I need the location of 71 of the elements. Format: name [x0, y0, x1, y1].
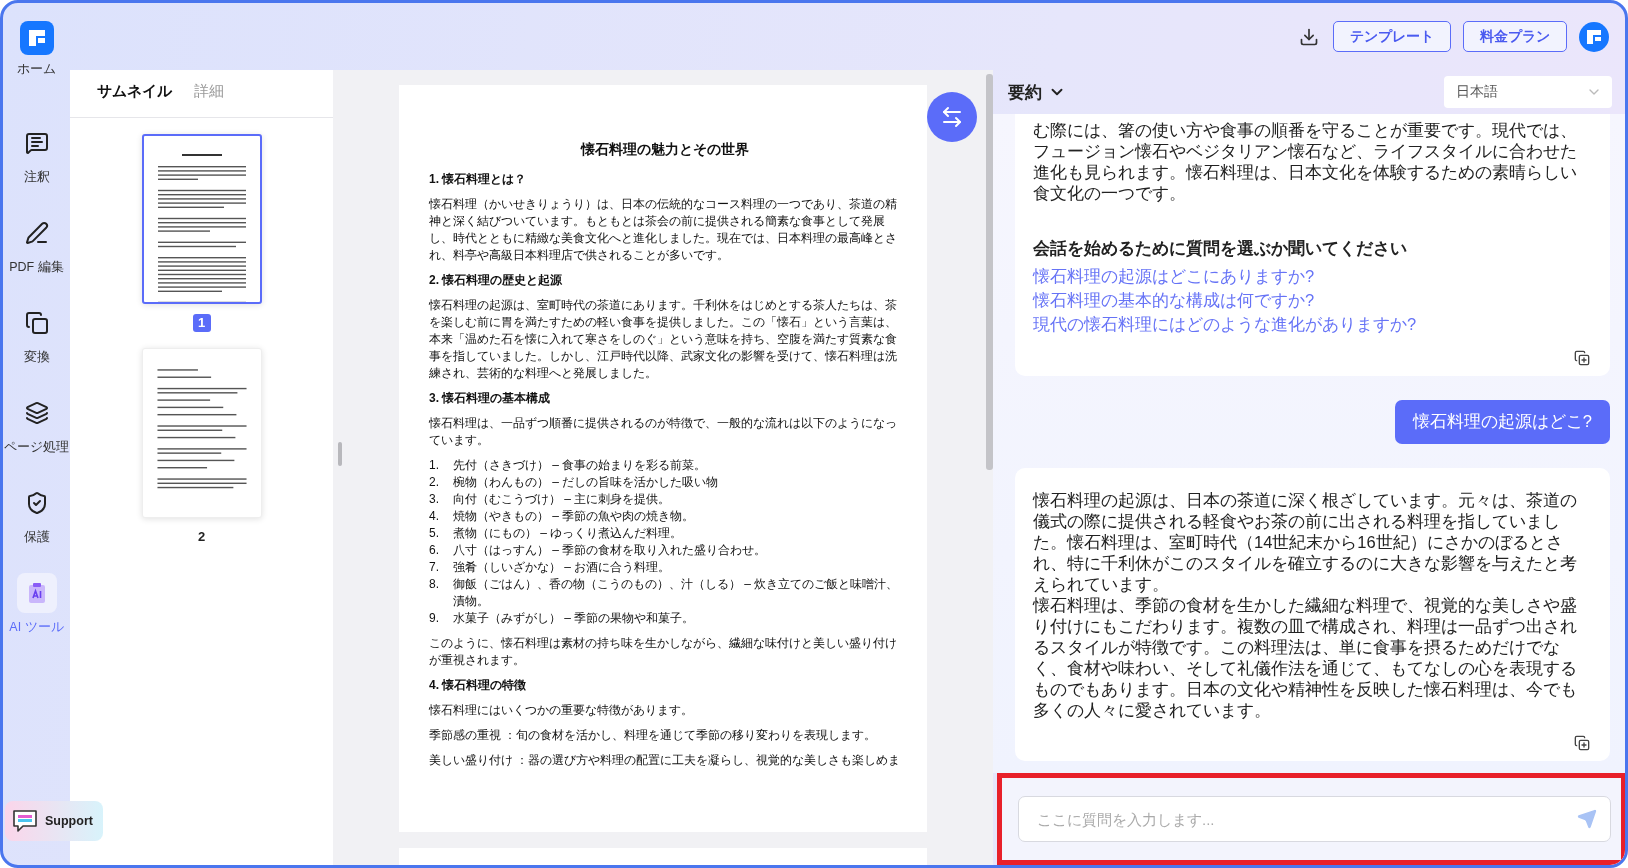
page-number: 2: [196, 528, 207, 546]
sidebar-nav-item[interactable]: 変換: [3, 291, 70, 381]
prompt-heading: 会話を始めるために質問を選ぶか聞いてください: [1033, 238, 1408, 259]
list-number: 3.: [429, 491, 440, 508]
list-number: 8.: [429, 576, 440, 593]
list-number: 1.: [429, 457, 440, 474]
question-input[interactable]: ここに質問を入力します...: [1018, 796, 1611, 842]
copy-icon: [1574, 350, 1590, 366]
chat-icon: [11, 808, 39, 834]
support-button[interactable]: Support: [5, 801, 103, 841]
list-number: 4.: [429, 508, 440, 525]
document-paragraph: 懐石料理にはいくつかの重要な特徴があります。: [429, 702, 694, 719]
sidebar-nav-item[interactable]: 保護: [3, 471, 70, 561]
document-paragraph: このように、懐石料理は素材の持ち味を生かしながら、繊細な味付けと美しい盛り付けが重視されます。: [429, 635, 898, 669]
app-logo-icon: [19, 21, 54, 55]
list-item-text: 八寸（はっすん） – 季節の食材を取り入れた盛り合わせ。: [453, 542, 767, 559]
sidebar-nav-item[interactable]: PDF 編集: [3, 201, 70, 291]
list-number: 7.: [429, 559, 440, 576]
list-number: 5.: [429, 525, 440, 542]
header-button[interactable]: テンプレート: [1333, 21, 1451, 52]
panel-tab[interactable]: サムネイル: [97, 82, 172, 117]
suggested-question-link[interactable]: 現代の懐石料理にはどのような進化がありますか?: [1033, 312, 1590, 336]
answer-text: む際には、箸の使い方や食事の順番を守ることが重要です。現代では、フュージョン懐石やベジタリアン懐石など、ライフスタイルに合わせた進化も見られます。懐石料理は、日本文化を体験するための素晴らしい食文化の一つです。: [1033, 120, 1578, 204]
document-heading: 4. 懐石料理の特徴: [429, 677, 528, 694]
document-paragraph: 懐石料理の起源は、室町時代の茶道にあります。千利休をはじめとする茶人たちは、茶を楽しむ前に胃を満たすための軽い食事を提供しました。この「懐石」という言葉は、本来「温めた石を懐に入れて寒さをしのぐ」という意味を持ち、空腹を満たす質素な食事を指していました。しかし、江戸時代以降、武家文化の影響を受けて、懐石料理は洗練され、芸術的な料理へと発展しました。: [429, 297, 898, 382]
sidebar-nav-item[interactable]: AI ツール: [3, 561, 70, 651]
comment-icon: [24, 131, 49, 155]
sidebar-nav-item[interactable]: ページ処理: [3, 381, 70, 471]
list-item-text: 御飯（ごはん）、香の物（こうのもの）、汁（しる） – 炊き立てのご飯と味噌汁、漬物。: [453, 576, 900, 610]
list-item-text: 煮物（にもの） – ゆっくり煮込んだ料理。: [453, 525, 683, 542]
list-item-text: 椀物（わんもの） – だしの旨味を活かした吸い物: [453, 474, 719, 491]
list-item-text: 強肴（しいざかな） – お酒に合う料理。: [453, 559, 671, 576]
page-thumbnail[interactable]: [141, 134, 262, 304]
list-number: 6.: [429, 542, 440, 559]
document-heading: 1. 懐石料理とは？: [429, 171, 528, 188]
document-paragraph: 懐石料理（かいせきりょうり）は、日本の伝統的なコース料理の一つであり、茶道の精神と深く結びついています。もともとは茶会の前に提供される簡素な食事として発展し、時代とともに精緻な美食文化へと進化しました。現在では、日本料理の最高峰とされ、料亭や高級日本料理店で供されることが多いです。: [429, 196, 898, 264]
layers-icon: [24, 401, 49, 425]
page-number: 1: [192, 314, 211, 332]
answer-text: 懐石料理の起源は、日本の茶道に深く根ざしています。元々は、茶道の儀式の際に提供される軽食やお茶の前に出される料理を指していました。懐石料理は、室町時代（14世紀末から16世紀）にさかのぼるとされ、特に千利休がこのスタイルを確立するのに大きな影響を与えたと考えられています。: [1033, 490, 1578, 595]
document-paragraph: 美しい盛り付け ：器の選び方や料理の配置に工夫を凝らし、視覚的な美しさも楽しめま: [429, 752, 901, 769]
swap-button[interactable]: [927, 92, 977, 142]
list-item-text: 水菓子（みずがし） – 季節の果物や和菓子。: [453, 610, 695, 627]
list-item-text: 先付（さきづけ） – 食事の始まりを彩る前菜。: [453, 457, 707, 474]
copy-icon: [1574, 735, 1590, 751]
copy-icon: [24, 311, 49, 335]
document-heading: 3. 懐石料理の基本構成: [429, 390, 552, 407]
app-logo-icon[interactable]: [1579, 21, 1609, 52]
question-bubble: 懐石料理の起源はどこ?: [1394, 400, 1610, 444]
scrollbar[interactable]: [986, 74, 993, 470]
list-number: 9.: [429, 610, 440, 627]
pen-icon: [24, 221, 49, 245]
list-item-text: 焼物（やきもの） – 季節の魚や肉の焼き物。: [453, 508, 695, 525]
swap-icon: [940, 105, 964, 129]
copy-button[interactable]: [1574, 735, 1590, 751]
language-select[interactable]: 日本語: [1444, 76, 1612, 108]
document-paragraph: 季節感の重視 ：旬の食材を活かし、料理を通じて季節の移り変わりを表現します。: [429, 727, 878, 744]
list-number: 2.: [429, 474, 440, 491]
header-button[interactable]: 料金プラン: [1463, 21, 1567, 52]
suggested-question-link[interactable]: 懐石料理の基本的な構成は何ですか?: [1033, 288, 1590, 312]
sidebar-nav-item[interactable]: 注釈: [3, 111, 70, 201]
mode-dropdown[interactable]: 要約: [1008, 80, 1066, 104]
list-item-text: 向付（むこうづけ） – 主に刺身を提供。: [453, 491, 671, 508]
document-title: 懐石料理の魅力とその世界: [579, 141, 750, 159]
resize-handle[interactable]: [338, 442, 342, 466]
download-icon: [1299, 26, 1319, 47]
document-heading: 2. 懐石料理の歴史と起源: [429, 272, 564, 289]
suggested-question-link[interactable]: 懐石料理の起源はどこにありますか?: [1033, 264, 1590, 288]
home-nav-item[interactable]: ホーム: [3, 21, 70, 111]
answer-text: 懐石料理は、季節の食材を生かした繊細な料理で、視覚的な美しさや盛り付けにもこだわります。複数の皿で構成され、料理は一品ずつ出されるスタイルが特徴です。この料理法は、単に食事を摂るためだけでなく、食材や味わい、そして礼儀作法を通じて、もてなしの心を表現するものでもあります。日本の文化や精神性を反映した懐石料理は、今でも多くの人々に愛されています。: [1033, 595, 1578, 721]
document-paragraph: 懐石料理は、一品ずつ順番に提供されるのが特徴で、一般的な流れは以下のようになっています。: [429, 415, 898, 449]
copy-button[interactable]: [1574, 350, 1590, 366]
